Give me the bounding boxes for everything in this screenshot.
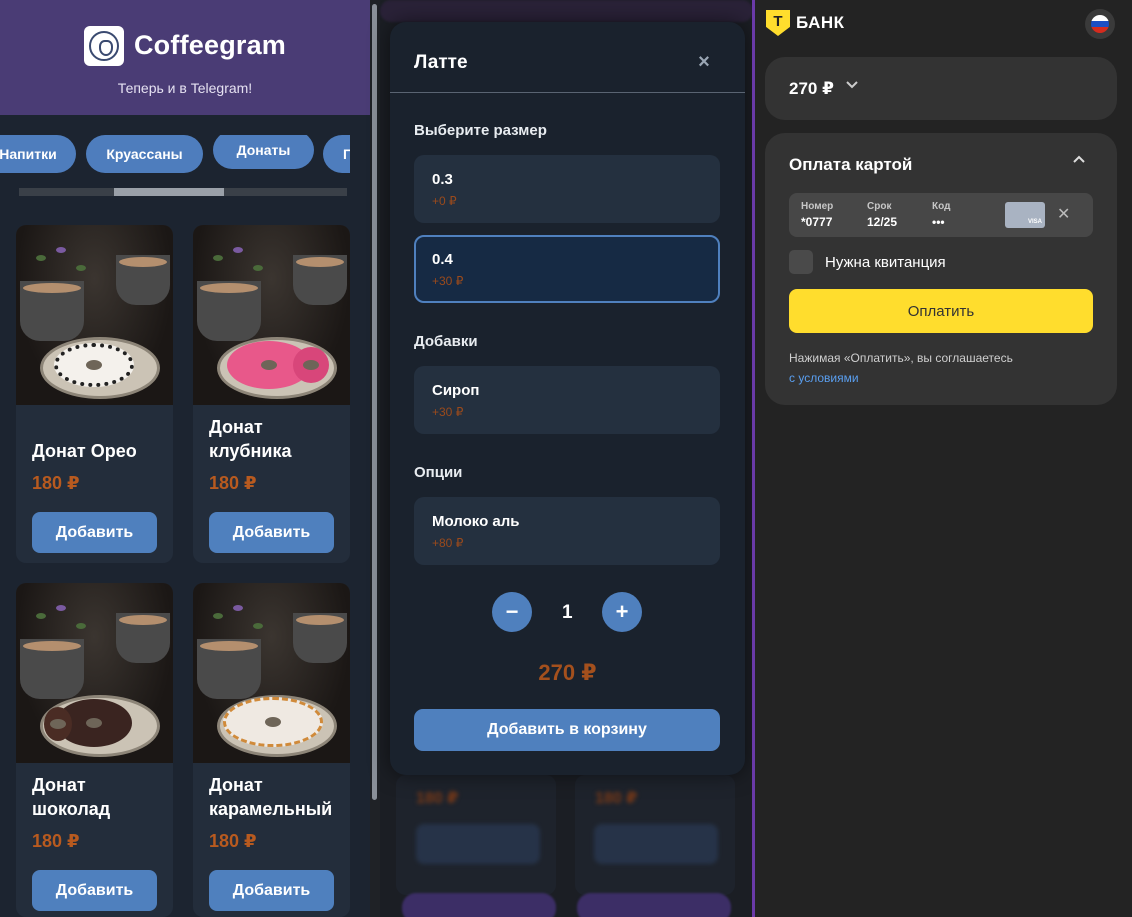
product-price: 180 ₽ [32, 473, 80, 493]
brand-name: Coffeegram [133, 30, 287, 60]
bank-name: БАНК [796, 13, 845, 32]
product-name: Донат шоколад [32, 775, 111, 819]
shop-panel: Coffeegram Теперь и в Telegram! Напитки … [0, 0, 370, 917]
chip-croissants[interactable]: Круассаны [86, 135, 203, 173]
card-expiry: 12/25 [867, 215, 898, 229]
card-payment-section: Оплата картой Номер *0777 Срок 12/25 Код… [765, 133, 1117, 405]
shop-vertical-scrollbar[interactable] [372, 4, 377, 800]
receipt-checkbox[interactable] [789, 250, 813, 274]
close-icon[interactable]: ✕ [1057, 204, 1070, 224]
card-payment-title: Оплата картой [789, 155, 913, 174]
addons-section-label: Добавки [414, 333, 478, 350]
add-button[interactable]: Добавить [32, 512, 157, 553]
option-price: +0 ₽ [432, 194, 457, 208]
add-button[interactable]: Добавить [209, 870, 334, 911]
modal-total-price: 270 ₽ [538, 660, 597, 685]
product-price: 180 ₽ [209, 473, 257, 493]
add-button[interactable]: Добавить [32, 870, 157, 911]
modal-divider [390, 92, 745, 93]
card-number-label: Номер [801, 201, 834, 212]
decrease-quantity-button[interactable]: − [492, 592, 532, 632]
chevron-down-icon [845, 77, 859, 95]
ghost-price: 180 ₽ [595, 790, 638, 807]
brand-subtitle: Теперь и в Telegram! [117, 79, 253, 96]
product-name: Донат карамельный [209, 775, 333, 819]
size-option-0-4[interactable]: 0.4 +30 ₽ [414, 235, 720, 303]
product-card: Донат Орео 180 ₽ Добавить [16, 225, 173, 563]
app-root: Coffeegram Теперь и в Telegram! Напитки … [0, 0, 1132, 917]
amount-dropdown[interactable]: 270 ₽ [765, 57, 1117, 120]
addon-option-syrup[interactable]: Сироп +30 ₽ [414, 366, 720, 434]
product-card: Донат шоколад 180 ₽ Добавить [16, 583, 173, 917]
add-to-cart-button[interactable]: Добавить в корзину [414, 709, 720, 751]
add-button[interactable]: Добавить [209, 512, 334, 553]
terms-text: Нажимая «Оплатить», вы соглашаетесь [789, 351, 1013, 365]
terms-link[interactable]: с условиями [789, 368, 1013, 388]
option-name: Молоко аль [432, 513, 520, 530]
card-expiry-label: Срок [867, 201, 892, 212]
product-image [193, 225, 350, 405]
option-name: 0.3 [432, 171, 453, 188]
bank-logo: Т БАНК [766, 10, 845, 36]
card-code-label: Код [932, 201, 951, 212]
increase-quantity-button[interactable]: + [602, 592, 642, 632]
chip-drinks[interactable]: Напитки [0, 135, 76, 173]
product-image [193, 583, 350, 763]
product-name: Донат Орео [32, 441, 137, 461]
product-name: Донат клубника [209, 417, 292, 461]
bank-shield-icon: Т [766, 10, 790, 36]
card-number: *0777 [801, 215, 833, 229]
options-section-label: Опции [414, 464, 463, 481]
option-milk[interactable]: Молоко аль +80 ₽ [414, 497, 720, 565]
receipt-label: Нужна квитанция [825, 254, 946, 271]
chip-more[interactable]: П [323, 135, 350, 173]
product-price: 180 ₽ [209, 831, 257, 851]
bank-payment-panel: Т БАНК 270 ₽ Оплата картой Номер *0777 С… [755, 0, 1132, 917]
language-flag-icon[interactable] [1085, 9, 1115, 39]
chip-donuts[interactable]: Донаты [213, 135, 314, 169]
close-icon[interactable]: × [690, 48, 718, 76]
visa-card-icon: VISA [1005, 202, 1045, 228]
option-price: +80 ₽ [432, 536, 464, 550]
product-image [16, 583, 173, 763]
coffeegram-logo [83, 25, 124, 66]
quantity-value: 1 [562, 602, 573, 623]
pay-button[interactable]: Оплатить [789, 289, 1093, 333]
option-name: Сироп [432, 382, 480, 399]
product-card: Донат клубника 180 ₽ Добавить [193, 225, 350, 563]
option-price: +30 ₽ [432, 274, 464, 288]
chevron-up-icon[interactable] [1071, 151, 1087, 172]
terms-notice: Нажимая «Оплатить», вы соглашаетесь с ус… [789, 348, 1013, 388]
shop-header: Coffeegram Теперь и в Telegram! [0, 0, 370, 115]
category-chips: Напитки Круассаны Донаты П [0, 135, 350, 175]
product-price: 180 ₽ [32, 831, 80, 851]
size-section-label: Выберите размер [414, 122, 547, 139]
option-name: 0.4 [432, 251, 453, 268]
chips-scrollbar-thumb[interactable] [114, 188, 224, 196]
option-price: +30 ₽ [432, 405, 464, 419]
ghost-price: 180 ₽ [416, 790, 459, 807]
product-image [16, 225, 173, 405]
card-code: ••• [932, 215, 945, 229]
amount-value: 270 ₽ [789, 79, 834, 98]
brand-row: Coffeegram [83, 25, 287, 66]
saved-card-field[interactable]: Номер *0777 Срок 12/25 Код ••• VISA ✕ [789, 193, 1093, 237]
product-modal: Латте × Выберите размер 0.3 +0 ₽ 0.4 +30… [390, 22, 745, 775]
modal-title: Латте [414, 52, 468, 73]
size-option-0-3[interactable]: 0.3 +0 ₽ [414, 155, 720, 223]
product-card: Донат карамельный 180 ₽ Добавить [193, 583, 350, 917]
